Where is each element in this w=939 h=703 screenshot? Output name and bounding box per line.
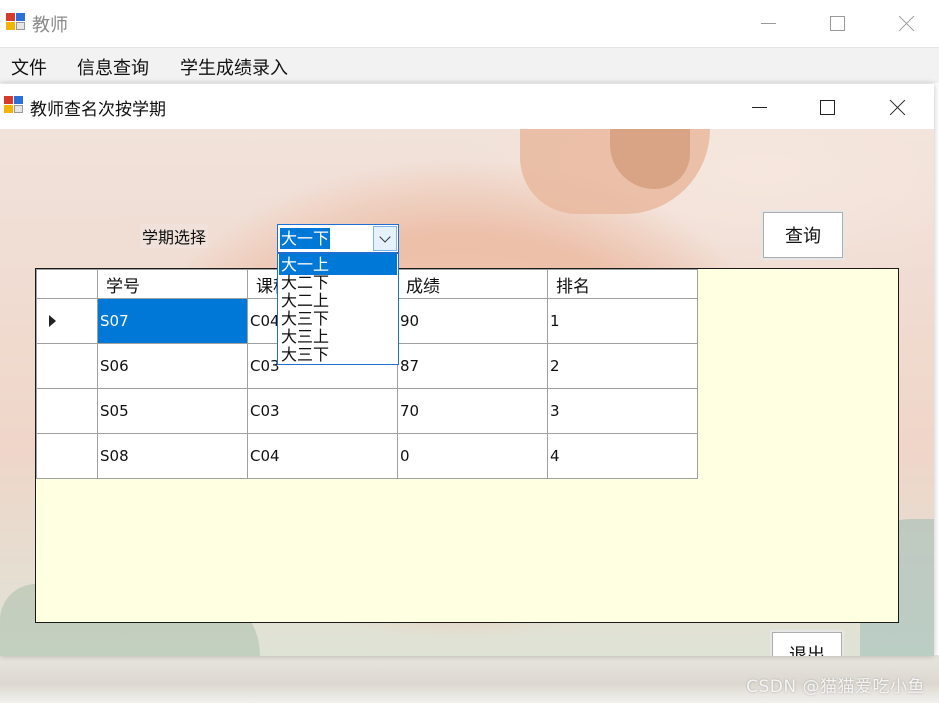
exit-button[interactable]: 退出 <box>770 630 844 656</box>
table-cell-student-id[interactable]: S07 <box>97 298 248 344</box>
row-header-corner <box>36 269 98 299</box>
column-header-student-id[interactable]: 学号 <box>97 269 248 299</box>
outer-window-title: 教师 <box>32 15 68 36</box>
child-window-titlebar: 教师查名次按学期 <box>0 84 934 129</box>
term-dropdown-list: 大一上 大二下 大二上 大三下 大三上 大三下 <box>277 253 399 365</box>
chevron-down-icon <box>379 230 391 243</box>
column-header-score[interactable]: 成绩 <box>397 269 548 299</box>
menu-file[interactable]: 文件 <box>11 54 47 80</box>
table-row[interactable]: S08 C04 0 4 <box>36 433 698 479</box>
minimize-icon <box>760 22 776 24</box>
close-icon <box>890 99 906 115</box>
row-header[interactable] <box>36 433 98 479</box>
term-combobox-value: 大一下 <box>280 228 331 249</box>
watermark: CSDN @猫猫爱吃小鱼 <box>746 677 925 697</box>
table-cell-student-id[interactable]: S05 <box>97 388 248 434</box>
table-cell-score[interactable]: 87 <box>397 343 548 389</box>
term-select-label: 学期选择 <box>140 224 209 248</box>
child-window: 教师查名次按学期 学期选择 大一下 大一上 大二下 大二上 大三下 大三上 大三… <box>0 84 934 656</box>
child-maximize-button[interactable] <box>804 84 850 130</box>
menu-info-query[interactable]: 信息查询 <box>77 54 149 80</box>
column-header-rank[interactable]: 排名 <box>547 269 698 299</box>
outer-window-titlebar: 教师 <box>0 0 939 46</box>
menu-score-entry[interactable]: 学生成绩录入 <box>180 54 288 80</box>
table-row[interactable]: S05 C03 70 3 <box>36 388 698 434</box>
form-client-area: 学期选择 大一下 大一上 大二下 大二上 大三下 大三上 大三下 查询 学号 课… <box>0 129 934 656</box>
table-cell-score[interactable]: 90 <box>397 298 548 344</box>
table-cell-course[interactable]: C04 <box>247 433 398 479</box>
close-icon <box>899 15 915 31</box>
maximize-icon <box>819 99 835 115</box>
child-close-button[interactable] <box>875 84 921 130</box>
table-cell-score[interactable]: 70 <box>397 388 548 434</box>
table-cell-student-id[interactable]: S06 <box>97 343 248 389</box>
child-window-title: 教师查名次按学期 <box>30 100 166 120</box>
row-pointer-icon <box>49 315 56 327</box>
table-cell-rank[interactable]: 2 <box>547 343 698 389</box>
query-button[interactable]: 查询 <box>761 210 845 260</box>
table-cell-student-id[interactable]: S08 <box>97 433 248 479</box>
menubar: 文件 信息查询 学生成绩录入 <box>0 47 939 83</box>
term-combobox[interactable]: 大一下 <box>277 224 399 253</box>
outer-maximize-button[interactable] <box>814 0 860 46</box>
table-cell-rank[interactable]: 4 <box>547 433 698 479</box>
app-icon <box>4 96 24 114</box>
child-minimize-button[interactable] <box>736 84 782 130</box>
table-cell-course[interactable]: C03 <box>247 388 398 434</box>
term-option[interactable]: 大三下 <box>279 344 397 364</box>
outer-close-button[interactable] <box>884 0 930 46</box>
app-icon <box>6 13 26 31</box>
results-datagrid[interactable]: 学号 课程 成绩 排名 S07 C04 90 1 S06 C03 87 2 S0… <box>35 268 899 623</box>
minimize-icon <box>751 106 767 108</box>
table-cell-rank[interactable]: 3 <box>547 388 698 434</box>
table-cell-score[interactable]: 0 <box>397 433 548 479</box>
row-header[interactable] <box>36 343 98 389</box>
outer-minimize-button[interactable] <box>745 0 791 46</box>
term-combobox-dropdown-button[interactable] <box>373 226 397 251</box>
maximize-icon <box>829 15 845 31</box>
row-header[interactable] <box>36 298 98 344</box>
table-cell-rank[interactable]: 1 <box>547 298 698 344</box>
row-header[interactable] <box>36 388 98 434</box>
